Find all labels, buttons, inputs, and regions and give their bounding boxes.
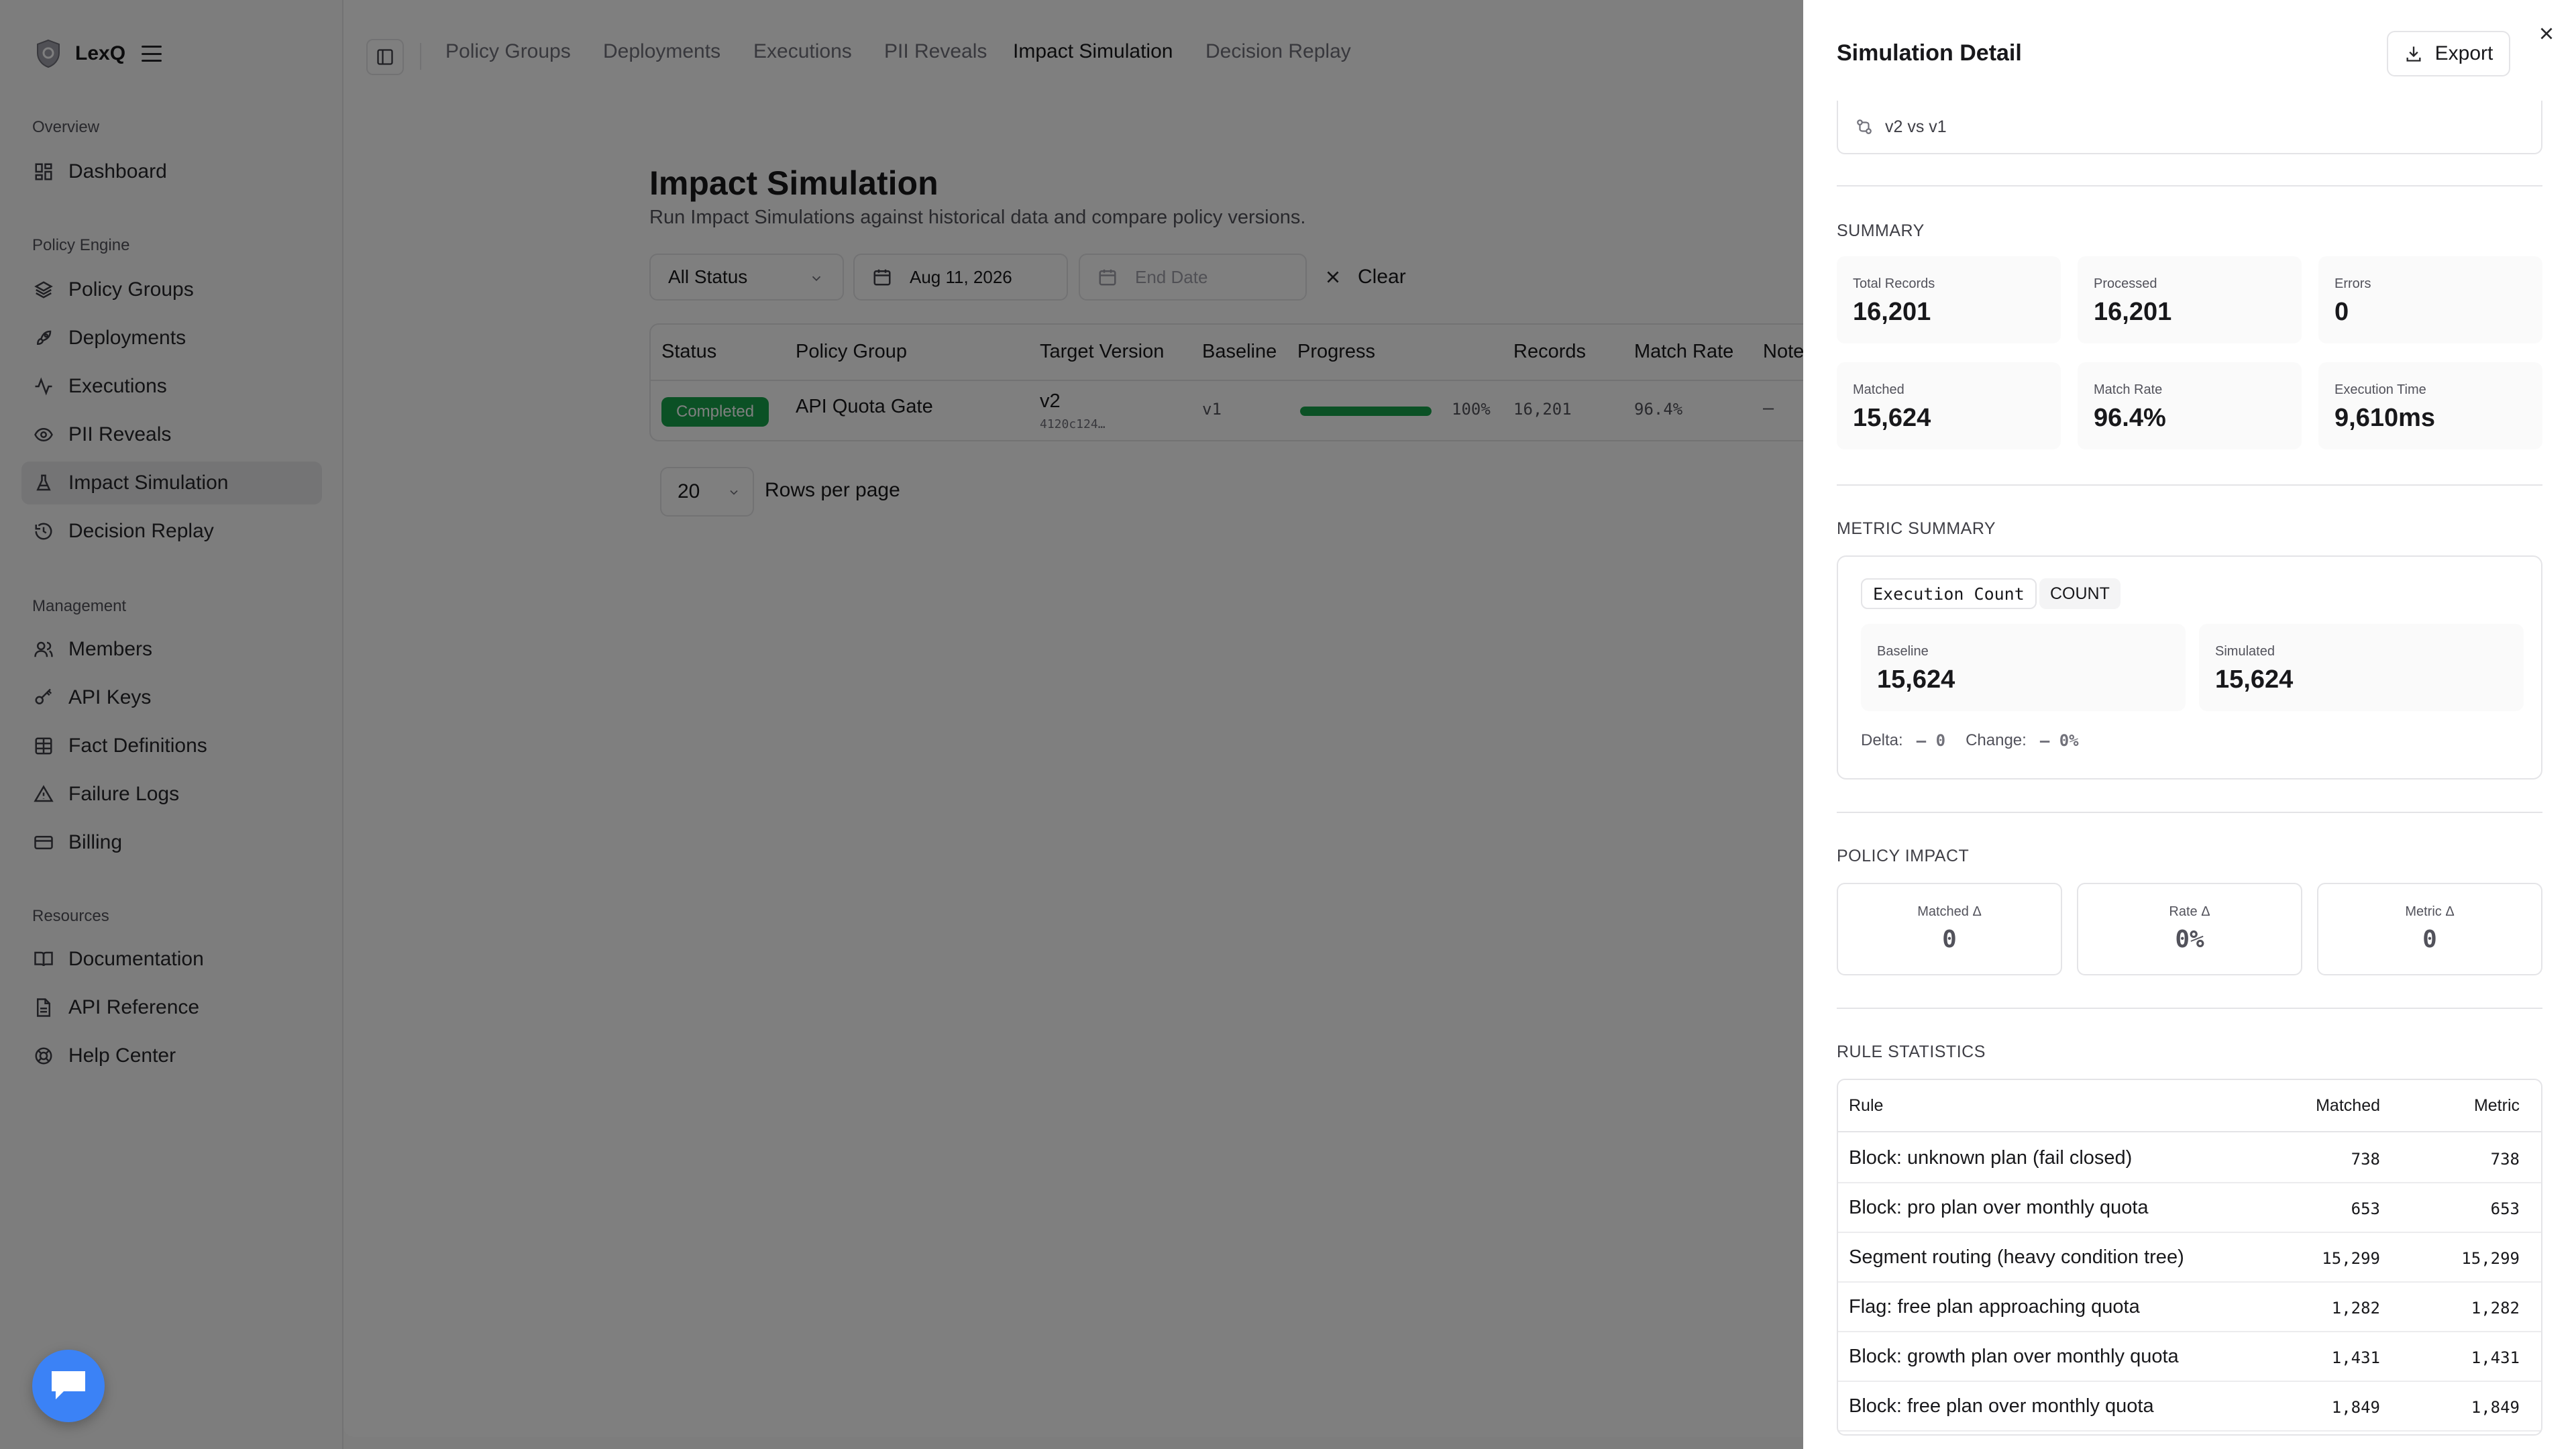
change-value: — 0% bbox=[2039, 731, 2079, 750]
column-header-matched: Matched bbox=[2316, 1096, 2380, 1115]
rule-name: Block: free plan over monthly quota bbox=[1849, 1395, 2154, 1417]
download-icon bbox=[2406, 46, 2421, 62]
impact-value: 0% bbox=[2175, 926, 2204, 953]
chat-icon bbox=[52, 1371, 85, 1399]
rule-matched: 1,431 bbox=[2331, 1348, 2380, 1367]
rule-table-header: Rule Matched Metric bbox=[1838, 1080, 2541, 1132]
rule-matched: 15,299 bbox=[2322, 1249, 2380, 1268]
table-row: Block: free plan over monthly quota 1,84… bbox=[1838, 1382, 2541, 1432]
impact-label: Matched Δ bbox=[1917, 904, 1982, 919]
rule-name: Block: growth plan over monthly quota bbox=[1849, 1346, 2179, 1367]
stat-execution-time: Execution Time 9,610ms bbox=[2318, 362, 2542, 449]
rule-name: Block: unknown plan (fail closed) bbox=[1849, 1147, 2133, 1169]
impact-label: Rate Δ bbox=[2169, 904, 2210, 919]
drawer-title: Simulation Detail bbox=[1837, 40, 2022, 66]
impact-rate-delta: Rate Δ 0% bbox=[2077, 883, 2302, 975]
stat-total-records: Total Records 16,201 bbox=[1837, 256, 2061, 343]
impact-label: Metric Δ bbox=[2405, 904, 2455, 919]
table-row: Block: unknown plan (fail closed) 738 73… bbox=[1838, 1134, 2541, 1183]
section-divider bbox=[1837, 484, 2542, 486]
rule-metric: 1,431 bbox=[2471, 1348, 2520, 1367]
section-divider bbox=[1837, 1008, 2542, 1009]
rule-matched: 1,849 bbox=[2331, 1398, 2380, 1417]
rule-metric: 15,299 bbox=[2461, 1249, 2520, 1268]
impact-value: 0 bbox=[2422, 926, 2437, 953]
stat-label: Processed bbox=[2094, 276, 2157, 291]
stat-processed: Processed 16,201 bbox=[2078, 256, 2302, 343]
rule-matched: 1,282 bbox=[2331, 1299, 2380, 1318]
metric-name-chip: Execution Count bbox=[1861, 578, 2037, 609]
metric-type-chip: COUNT bbox=[2039, 578, 2121, 609]
metric-baseline-label: Baseline bbox=[1877, 644, 1929, 659]
version-comparison: v2 vs v1 bbox=[1837, 101, 2542, 154]
rule-metric: 1,282 bbox=[2471, 1299, 2520, 1318]
rule-statistics-heading: RULE STATISTICS bbox=[1837, 1042, 1986, 1061]
summary-heading: SUMMARY bbox=[1837, 221, 1925, 240]
stat-label: Matched bbox=[1853, 382, 1904, 397]
stat-label: Total Records bbox=[1853, 276, 1935, 291]
metric-simulated-box: Simulated 15,624 bbox=[2199, 624, 2524, 711]
stat-value: 15,624 bbox=[1853, 404, 1931, 432]
rule-matched: 653 bbox=[2351, 1199, 2380, 1218]
metric-simulated-label: Simulated bbox=[2215, 644, 2275, 659]
modal-backdrop[interactable] bbox=[0, 0, 1803, 1449]
delta-value: — 0 bbox=[1916, 731, 1946, 750]
metric-summary-heading: METRIC SUMMARY bbox=[1837, 519, 1996, 538]
delta-label: Delta: bbox=[1861, 731, 1903, 749]
stat-matched: Matched 15,624 bbox=[1837, 362, 2061, 449]
rule-name: Segment routing (heavy condition tree) bbox=[1849, 1246, 2184, 1268]
stat-value: 9,610ms bbox=[2334, 404, 2436, 432]
stat-label: Match Rate bbox=[2094, 382, 2163, 397]
rule-metric: 653 bbox=[2490, 1199, 2520, 1218]
impact-value: 0 bbox=[1942, 926, 1957, 953]
rule-name: Flag: free plan approaching quota bbox=[1849, 1296, 2140, 1318]
impact-matched-delta: Matched Δ 0 bbox=[1837, 883, 2062, 975]
close-icon bbox=[2540, 28, 2553, 40]
table-row: Block: pro plan over monthly quota 653 6… bbox=[1838, 1183, 2541, 1233]
export-button[interactable]: Export bbox=[2387, 31, 2510, 76]
chat-support-button[interactable] bbox=[32, 1350, 105, 1422]
simulation-detail-drawer: Simulation Detail Export v2 vs v1 SUMMAR… bbox=[1803, 0, 2576, 1449]
table-row: Flag: free plan approaching quota 1,282 … bbox=[1838, 1283, 2541, 1332]
column-header-metric: Metric bbox=[2473, 1096, 2520, 1115]
metric-delta-row: Delta: — 0 Change: — 0% bbox=[1861, 731, 2079, 750]
column-header-rule: Rule bbox=[1849, 1096, 1884, 1115]
stat-value: 16,201 bbox=[1853, 298, 1931, 326]
table-row: Block: growth plan over monthly quota 1,… bbox=[1838, 1332, 2541, 1382]
git-compare-icon bbox=[1857, 119, 1872, 134]
stat-value: 96.4% bbox=[2094, 404, 2166, 432]
metric-simulated-value: 15,624 bbox=[2215, 665, 2294, 694]
metric-baseline-value: 15,624 bbox=[1877, 665, 1955, 694]
metric-baseline-box: Baseline 15,624 bbox=[1861, 624, 2186, 711]
stat-label: Errors bbox=[2334, 276, 2371, 291]
export-label: Export bbox=[2434, 42, 2493, 64]
rule-statistics-table: Rule Matched Metric Block: unknown plan … bbox=[1837, 1079, 2542, 1436]
stat-errors: Errors 0 bbox=[2318, 256, 2542, 343]
section-divider bbox=[1837, 185, 2542, 186]
rule-matched: 738 bbox=[2351, 1150, 2380, 1169]
section-divider bbox=[1837, 812, 2542, 813]
stat-match-rate: Match Rate 96.4% bbox=[2078, 362, 2302, 449]
rule-metric: 1,849 bbox=[2471, 1398, 2520, 1417]
metric-summary-card: Execution Count COUNT Baseline 15,624 Si… bbox=[1837, 555, 2542, 780]
policy-impact-heading: POLICY IMPACT bbox=[1837, 847, 1970, 865]
close-drawer-button[interactable] bbox=[2533, 20, 2560, 47]
impact-metric-delta: Metric Δ 0 bbox=[2317, 883, 2542, 975]
stat-value: 16,201 bbox=[2094, 298, 2172, 326]
stat-label: Execution Time bbox=[2334, 382, 2426, 397]
table-row: Segment routing (heavy condition tree) 1… bbox=[1838, 1233, 2541, 1283]
change-label: Change: bbox=[1966, 731, 2027, 749]
rule-metric: 738 bbox=[2490, 1150, 2520, 1169]
rule-name: Block: pro plan over monthly quota bbox=[1849, 1197, 2149, 1218]
stat-value: 0 bbox=[2334, 298, 2349, 326]
comparison-label: v2 vs v1 bbox=[1885, 117, 1947, 136]
